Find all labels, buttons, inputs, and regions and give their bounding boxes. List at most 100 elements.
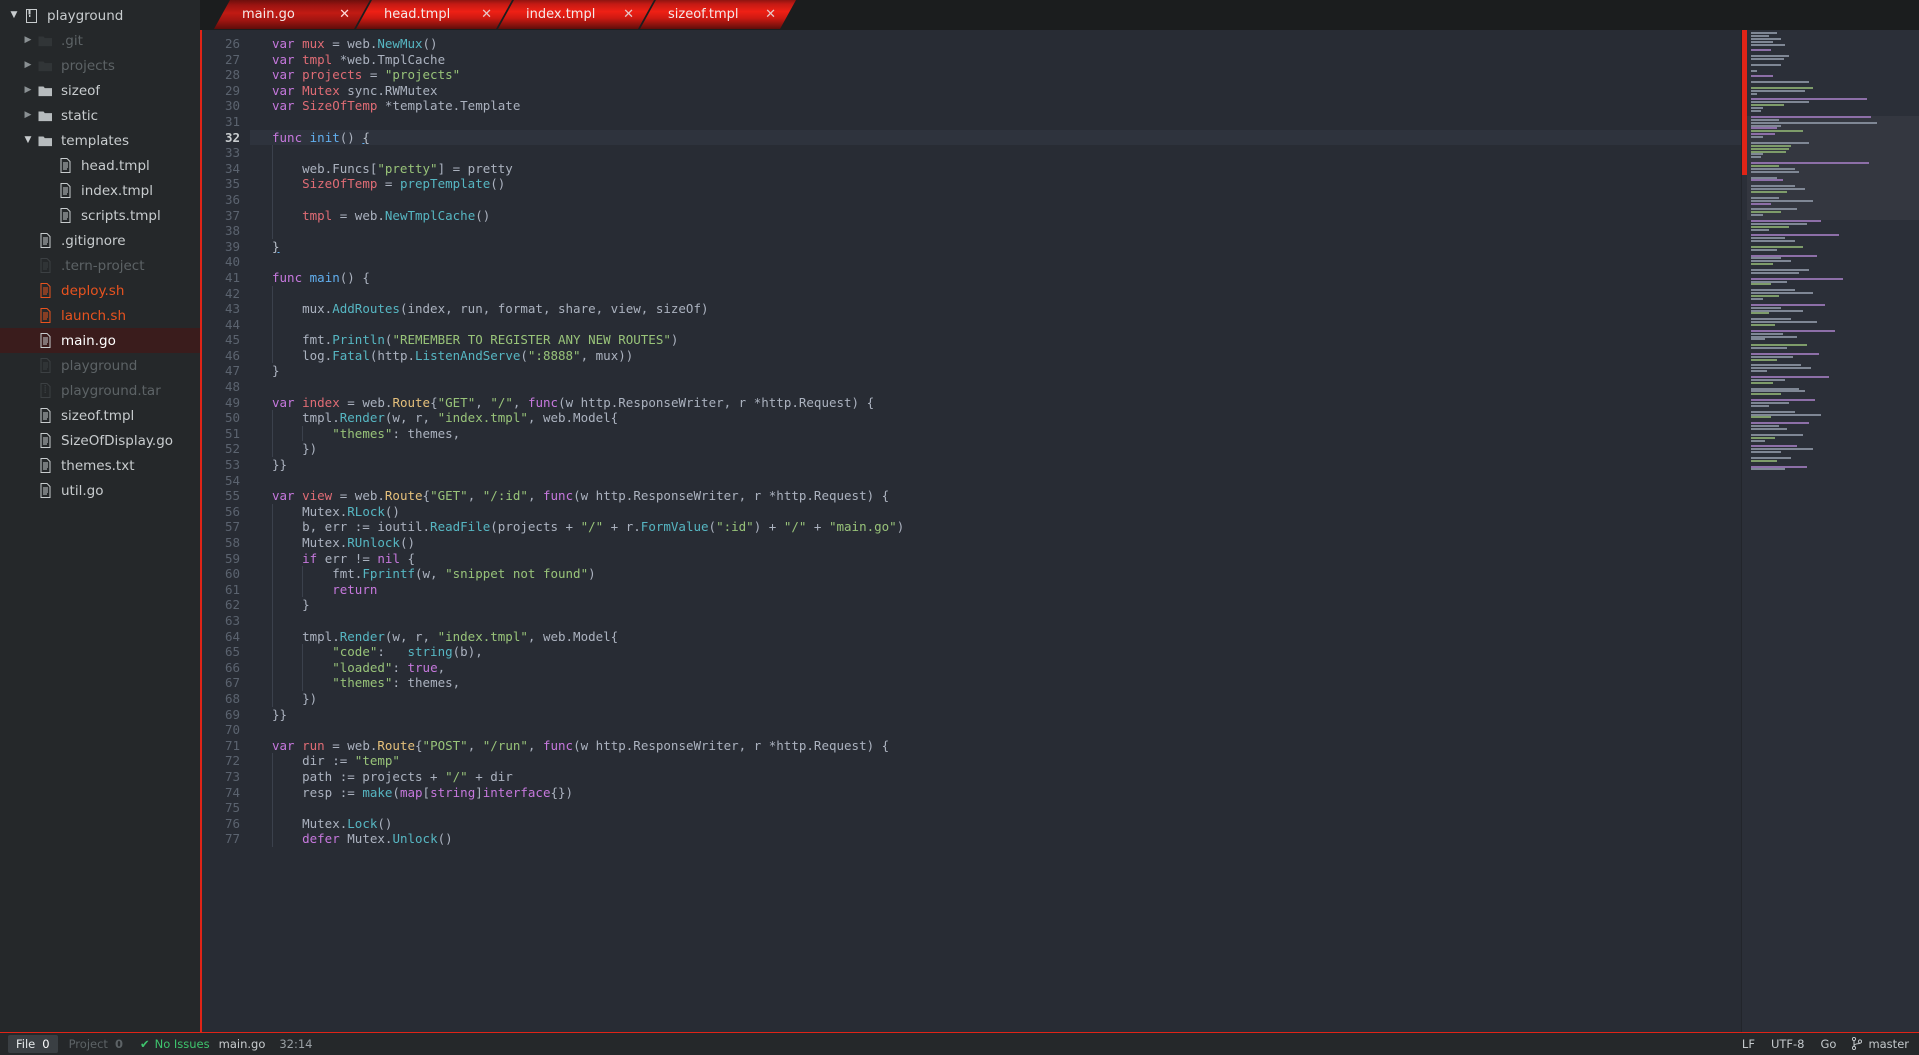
tree-item-playground[interactable]: . playground <box>0 353 200 378</box>
tree-item-themes-txt[interactable]: . themes.txt <box>0 453 200 478</box>
code-line[interactable] <box>250 612 1741 629</box>
code-line[interactable]: var run = web.Route{"POST", "/run", func… <box>250 738 1741 754</box>
tree-item-tern-project[interactable]: . .tern-project <box>0 253 200 278</box>
tree-item-deploy-sh[interactable]: . deploy.sh <box>0 278 200 303</box>
code-token: = <box>362 67 385 83</box>
code-line[interactable] <box>250 145 1741 161</box>
code-line[interactable]: dir := "temp" <box>250 753 1741 769</box>
code-line[interactable]: }} <box>250 457 1741 473</box>
code-line[interactable]: log.Fatal(http.ListenAndServe(":8888", m… <box>250 347 1741 364</box>
code-line[interactable] <box>250 316 1741 333</box>
code-line[interactable]: tmpl.Render(w, r, "index.tmpl", web.Mode… <box>250 410 1741 426</box>
code-line[interactable]: func main() { <box>250 270 1741 286</box>
editor-pane[interactable]: 26 27 28 29 30 31 32 33 34 35 36 37 38 39 40 41 42 43 44 45… <box>200 29 1919 1032</box>
minimap-line <box>1751 277 1843 280</box>
tree-item-sizeof-tmpl[interactable]: . sizeof.tmpl <box>0 403 200 428</box>
code-line[interactable]: "themes": themes, <box>250 425 1741 442</box>
code-line[interactable]: func init() { <box>250 129 1741 146</box>
chevron-right-icon[interactable]: ▶ <box>20 111 36 120</box>
code-token: ) <box>588 566 596 582</box>
code-line[interactable]: b, err := ioutil.ReadFile(projects + "/"… <box>250 519 1741 535</box>
line-ending-indicator[interactable]: LF <box>1742 1037 1755 1051</box>
tab-main-go[interactable]: main.go ✕ <box>214 0 370 29</box>
code-line[interactable]: path := projects + "/" + dir <box>250 768 1741 785</box>
code-line[interactable]: var SizeOfTemp *template.Template <box>250 98 1741 114</box>
tab-head-tmpl[interactable]: head.tmpl ✕ <box>356 0 512 29</box>
code-line[interactable]: }) <box>250 690 1741 707</box>
code-line[interactable] <box>250 285 1741 302</box>
code-line[interactable]: "themes": themes, <box>250 675 1741 691</box>
code-line[interactable]: resp := make(map[string]interface{}) <box>250 784 1741 801</box>
code-line[interactable]: } <box>250 363 1741 379</box>
tree-item-sizeof[interactable]: ▶ sizeof <box>0 78 200 103</box>
line-number: 46 <box>224 347 240 363</box>
code-line[interactable] <box>250 191 1741 208</box>
code-line[interactable]: web.Funcs["pretty"] = pretty <box>250 160 1741 177</box>
tree-item-main-go[interactable]: . main.go <box>0 328 200 353</box>
chevron-right-icon[interactable]: ▶ <box>20 86 36 95</box>
code-line[interactable]: }} <box>250 707 1741 723</box>
code-line[interactable]: Mutex.RLock() <box>250 503 1741 520</box>
tree-item-gitignore[interactable]: . .gitignore <box>0 228 200 253</box>
file-issues-chip[interactable]: File 0 <box>8 1035 58 1053</box>
code-line[interactable]: "code": string(b), <box>250 644 1741 660</box>
code-line[interactable]: }) <box>250 441 1741 458</box>
code-line[interactable] <box>250 114 1741 130</box>
code-line[interactable] <box>250 223 1741 239</box>
tree-item-projects[interactable]: ▶ projects <box>0 53 200 78</box>
tree-item-playground-tar[interactable]: . playground.tar <box>0 378 200 403</box>
tree-item-static[interactable]: ▶ static <box>0 103 200 128</box>
code-line[interactable]: tmpl = web.NewTmplCache() <box>250 207 1741 224</box>
code-line[interactable]: fmt.Fprintf(w, "snippet not found") <box>250 566 1741 582</box>
code-line[interactable]: if err != nil { <box>250 550 1741 567</box>
code-line[interactable]: Mutex.RUnlock() <box>250 535 1741 551</box>
code-line[interactable]: SizeOfTemp = prepTemplate() <box>250 176 1741 192</box>
project-issues-chip[interactable]: Project 0 <box>61 1035 131 1053</box>
git-branch-indicator[interactable]: master <box>1852 1036 1909 1051</box>
code-content[interactable]: var mux = web.NewMux() var tmpl *web.Tmpl… <box>250 30 1741 1032</box>
tree-item-head-tmpl[interactable]: . head.tmpl <box>0 153 200 178</box>
code-line[interactable] <box>250 379 1741 395</box>
tab-sizeof-tmpl[interactable]: sizeof.tmpl ✕ <box>640 0 796 29</box>
tree-item-scripts-tmpl[interactable]: . scripts.tmpl <box>0 203 200 228</box>
code-line[interactable]: var projects = "projects" <box>250 67 1741 83</box>
code-line[interactable]: var tmpl *web.TmplCache <box>250 52 1741 68</box>
code-line[interactable]: tmpl.Render(w, r, "index.tmpl", web.Mode… <box>250 628 1741 645</box>
encoding-indicator[interactable]: UTF-8 <box>1771 1037 1805 1051</box>
language-indicator[interactable]: Go <box>1820 1037 1836 1051</box>
code-line[interactable]: return <box>250 581 1741 598</box>
tab-index-tmpl[interactable]: index.tmpl ✕ <box>498 0 654 29</box>
tree-item-sizeofdisplay-go[interactable]: . SizeOfDisplay.go <box>0 428 200 453</box>
code-line[interactable]: var Mutex sync.RWMutex <box>250 83 1741 99</box>
code-line[interactable]: fmt.Println("REMEMBER TO REGISTER ANY NE… <box>250 332 1741 348</box>
no-issues-status[interactable]: ✔ No Issues <box>140 1037 210 1051</box>
tree-item-git[interactable]: ▶ .git <box>0 28 200 53</box>
tree-root-playground[interactable]: ▼ playground <box>0 3 200 28</box>
code-line[interactable] <box>250 254 1741 270</box>
chevron-right-icon[interactable]: ▶ <box>20 36 36 45</box>
tree-item-templates[interactable]: ▼ templates <box>0 128 200 153</box>
code-line[interactable]: "loaded": true, <box>250 659 1741 676</box>
file-tree-sidebar[interactable]: ▼ playground ▶ .git ▶ projects ▶ sizeof ▶ stati… <box>0 0 200 1032</box>
minimap[interactable] <box>1741 30 1919 1032</box>
code-line[interactable]: } <box>250 597 1741 613</box>
code-line[interactable] <box>250 800 1741 816</box>
chevron-right-icon[interactable]: ▶ <box>20 61 36 70</box>
code-line[interactable] <box>250 722 1741 738</box>
code-token: ( <box>392 784 400 800</box>
code-line[interactable]: defer Mutex.Unlock() <box>250 831 1741 847</box>
tree-item-util-go[interactable]: . util.go <box>0 478 200 503</box>
chevron-down-icon[interactable]: ▼ <box>6 11 22 20</box>
code-line[interactable]: var mux = web.NewMux() <box>250 36 1741 52</box>
code-line[interactable]: var view = web.Route{"GET", "/:id", func… <box>250 488 1741 504</box>
chevron-down-icon[interactable]: ▼ <box>20 136 36 145</box>
minimap-line <box>1751 176 1777 179</box>
code-line[interactable]: mux.AddRoutes(index, run, format, share,… <box>250 301 1741 317</box>
code-line[interactable] <box>250 473 1741 489</box>
tree-item-launch-sh[interactable]: . launch.sh <box>0 303 200 328</box>
code-line[interactable]: Mutex.Lock() <box>250 815 1741 832</box>
tree-item-index-tmpl[interactable]: . index.tmpl <box>0 178 200 203</box>
tab-close-icon[interactable]: ✕ <box>747 8 796 21</box>
code-line[interactable]: var index = web.Route{"GET", "/", func(w… <box>250 395 1741 411</box>
code-line[interactable]: } <box>250 239 1741 255</box>
